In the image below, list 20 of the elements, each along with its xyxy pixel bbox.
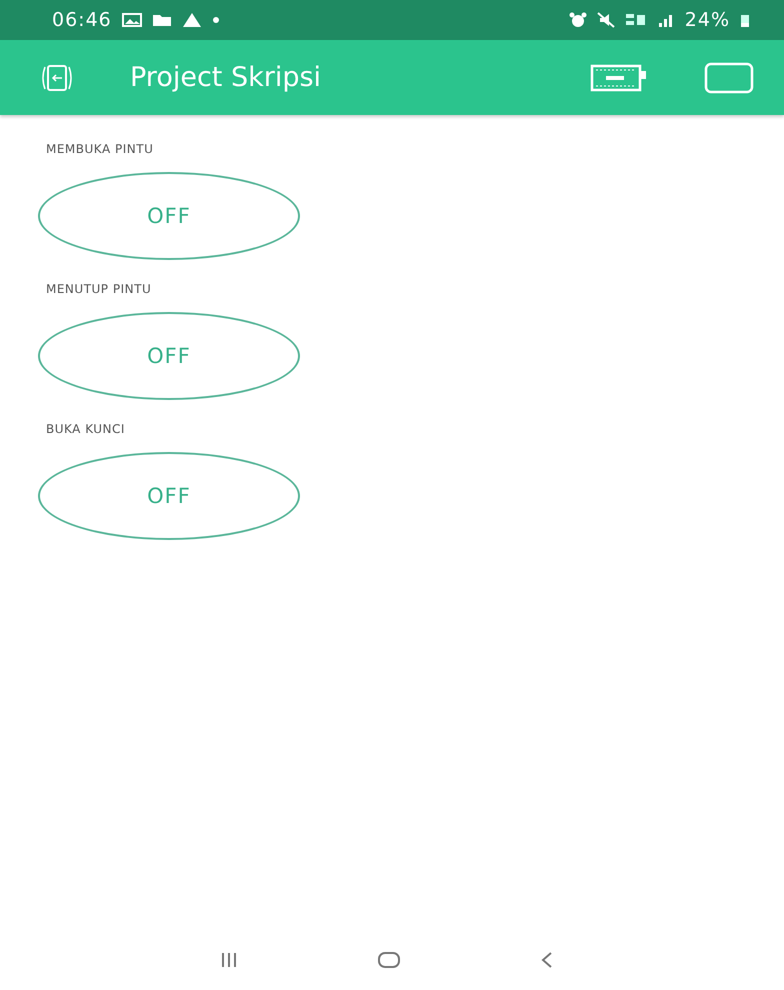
dot-icon: [212, 16, 220, 24]
battery-percent: 24%: [684, 9, 730, 31]
recent-apps-icon[interactable]: [220, 952, 238, 968]
switch-label: MENUTUP PINTU: [46, 282, 152, 296]
alarm-icon: [568, 12, 587, 28]
toggle-button[interactable]: OFF: [38, 452, 300, 540]
mute-icon: [596, 12, 615, 28]
toggle-button[interactable]: OFF: [38, 312, 300, 400]
battery-icon: [740, 12, 750, 28]
folder-icon: [152, 13, 172, 27]
home-icon[interactable]: [376, 951, 401, 969]
signal-icon: [656, 12, 675, 28]
app-title: Project Skripsi: [130, 62, 322, 93]
back-icon[interactable]: [540, 951, 554, 969]
switch-label: BUKA KUNCI: [46, 422, 125, 436]
warning-icon: [182, 12, 202, 28]
switch-label: MEMBUKA PINTU: [46, 142, 154, 156]
toggle-button[interactable]: OFF: [38, 172, 300, 260]
image-icon: [122, 13, 142, 27]
clock-time: 06:46: [52, 9, 112, 31]
